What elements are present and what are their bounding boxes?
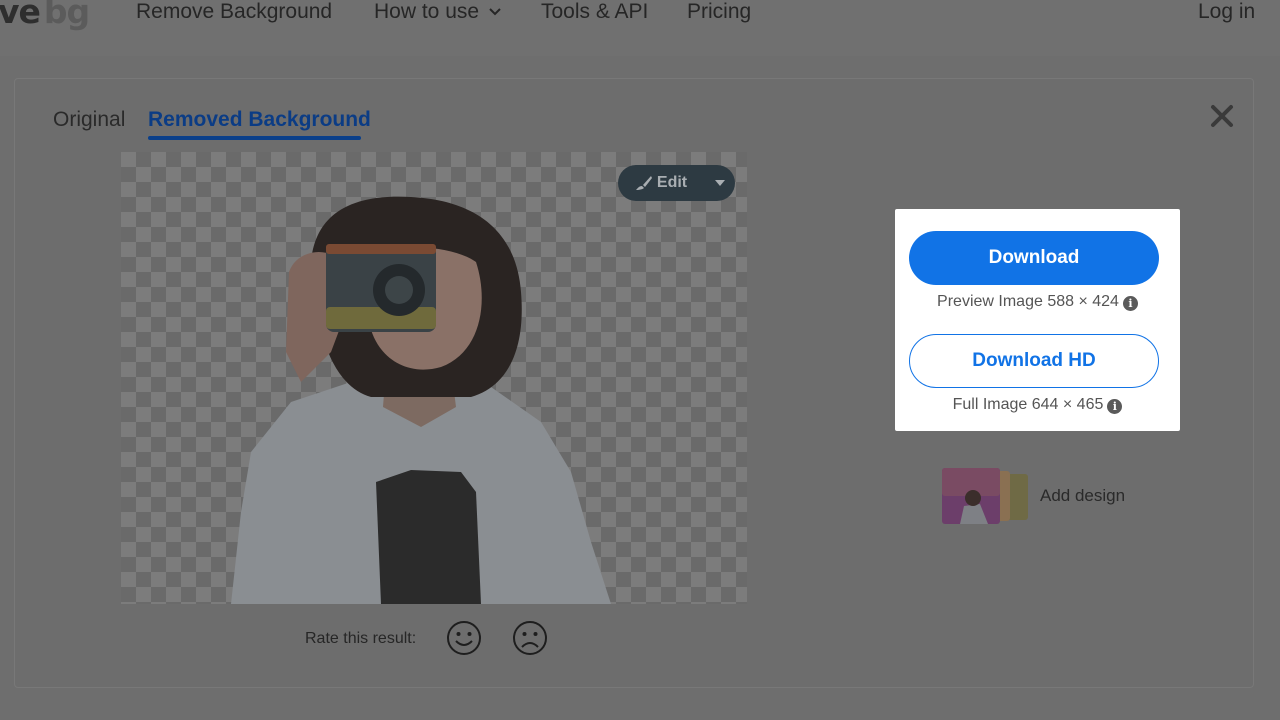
rating-label: Rate this result:	[305, 630, 417, 647]
download-hd-button[interactable]: Download HD	[909, 334, 1159, 388]
add-design-label: Add design	[1040, 486, 1126, 505]
smiley-icon[interactable]	[445, 619, 483, 657]
caret-down-icon	[714, 180, 725, 186]
top-navigation: ve bg Remove Background How to use Tools …	[0, 0, 1280, 56]
logo[interactable]: ve bg	[0, 0, 90, 32]
frown-icon[interactable]	[511, 619, 549, 657]
edit-label: Edit	[656, 174, 688, 191]
full-image-size: Full Image 644 × 465	[952, 396, 1104, 413]
edit-dropdown-toggle[interactable]	[704, 165, 735, 201]
subject-image	[231, 196, 611, 604]
design-thumbnail-icon	[942, 468, 1028, 524]
info-icon[interactable]: i	[1107, 399, 1123, 414]
edit-button[interactable]: Edit	[618, 165, 704, 201]
rating-section: Rate this result:	[305, 619, 565, 659]
edit-control: Edit	[618, 165, 735, 201]
tab-original[interactable]: Original	[53, 107, 125, 133]
brush-icon	[635, 176, 652, 190]
preview-image-size: Preview Image 588 × 424	[937, 293, 1119, 310]
nav-pricing[interactable]: Pricing	[687, 0, 751, 26]
full-image-info: Full Image 644 × 465 i	[895, 396, 1180, 414]
preview-image-info: Preview Image 588 × 424 i	[895, 293, 1180, 311]
close-icon[interactable]	[1209, 103, 1235, 129]
nav-how-to-use[interactable]: How to use	[374, 0, 502, 26]
info-icon[interactable]: i	[1122, 296, 1138, 311]
logo-text-part2: bg	[43, 0, 90, 31]
nav-remove-background[interactable]: Remove Background	[136, 0, 332, 26]
active-tab-indicator	[148, 136, 361, 140]
tab-removed-background[interactable]: Removed Background	[148, 107, 371, 133]
download-button[interactable]: Download	[909, 231, 1159, 285]
logo-text-part1: ve	[0, 0, 41, 31]
nav-tools-api[interactable]: Tools & API	[541, 0, 648, 26]
result-preview: Edit	[121, 152, 747, 604]
add-design-button[interactable]: Add design	[940, 466, 1140, 526]
download-panel: Download Preview Image 588 × 424 i Downlo…	[895, 209, 1180, 431]
chevron-down-icon	[489, 8, 501, 16]
nav-how-to-use-label: How to use	[374, 0, 480, 23]
login-link[interactable]: Log in	[1198, 0, 1255, 26]
